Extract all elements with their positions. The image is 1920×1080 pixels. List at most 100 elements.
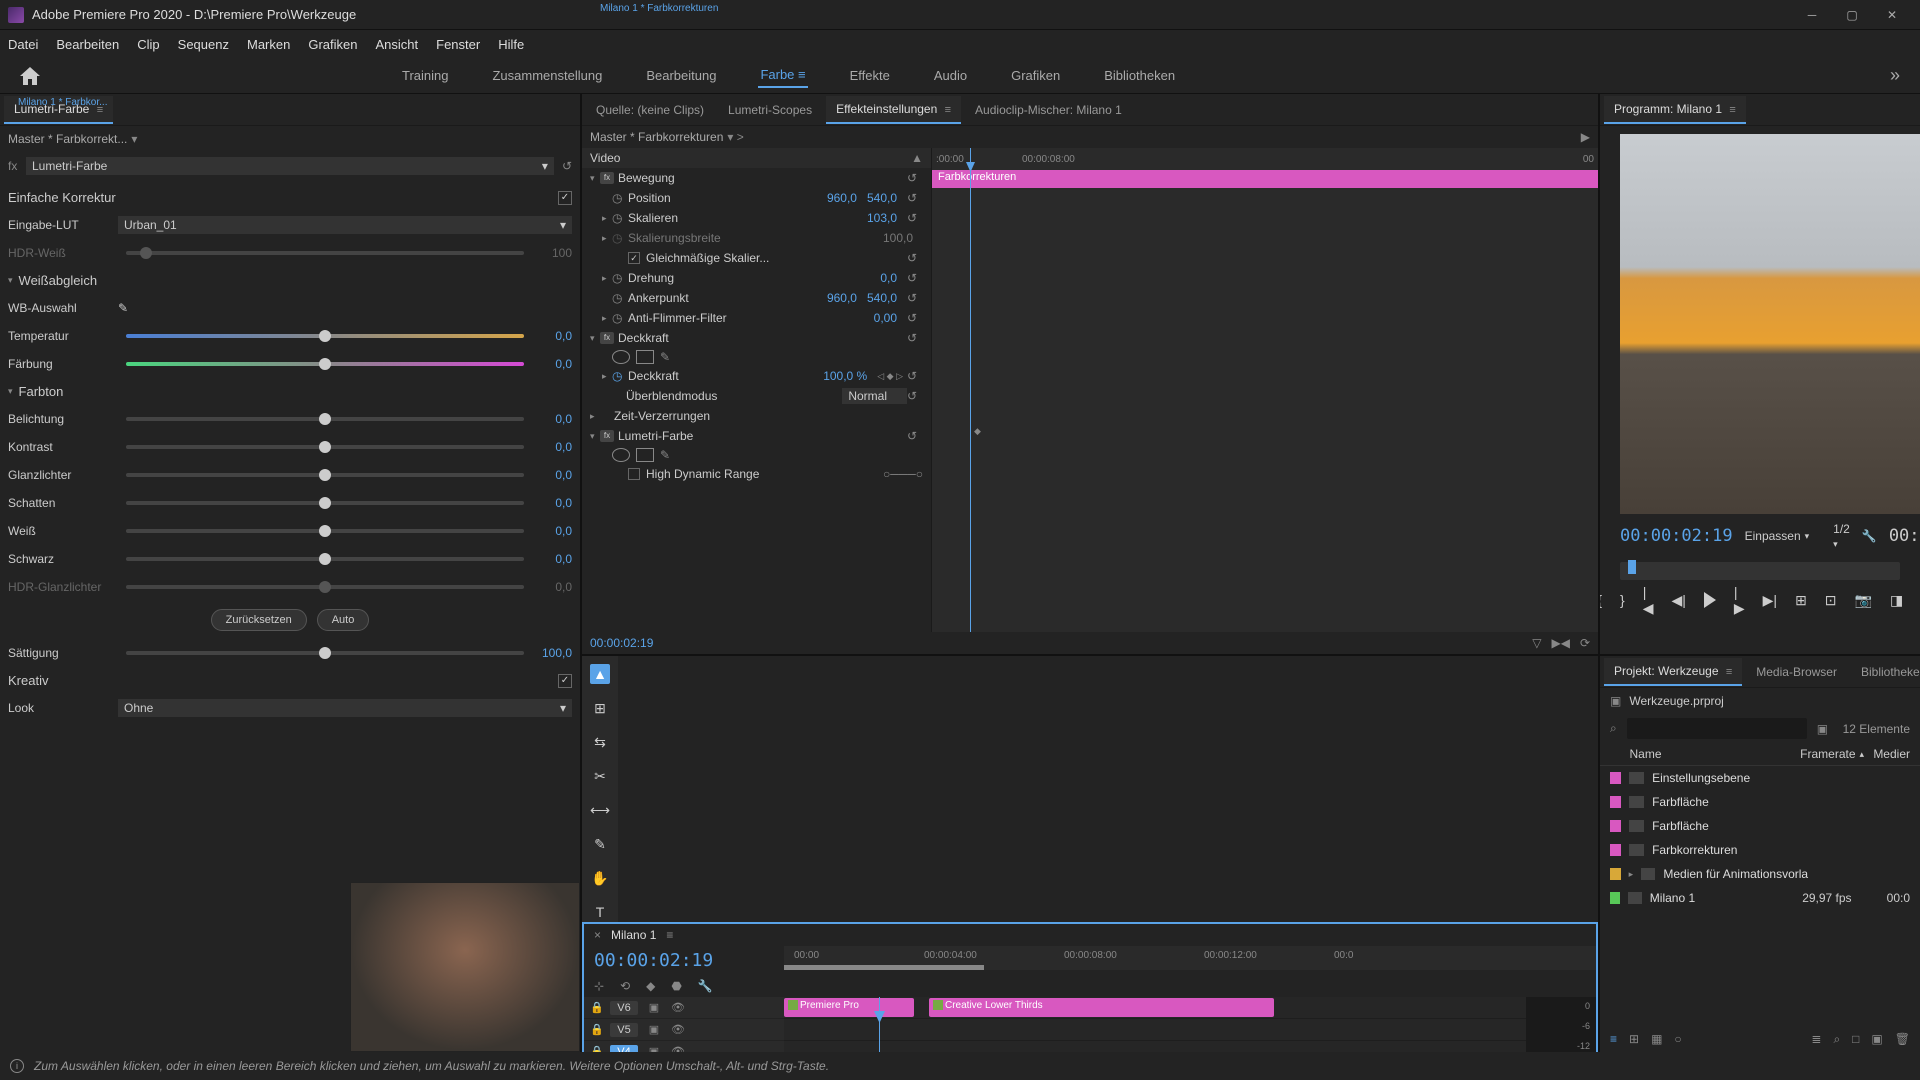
highlights-value[interactable]: 0,0 xyxy=(532,468,572,482)
wrench-icon[interactable]: 🔧 xyxy=(1862,529,1877,543)
section-checkbox[interactable] xyxy=(558,674,572,688)
menu-clip[interactable]: Clip xyxy=(137,37,159,52)
reset-icon[interactable]: ↺ xyxy=(907,291,923,305)
icon-view-icon[interactable]: ⊞ xyxy=(1629,1032,1639,1046)
tab-project[interactable]: Projekt: Werkzeuge ≡ xyxy=(1604,658,1742,686)
track-v4[interactable]: V4 xyxy=(610,1045,638,1053)
tab-lumetri-scopes[interactable]: Lumetri-Scopes xyxy=(718,97,822,123)
scale-value[interactable]: 103,0 xyxy=(867,211,897,225)
contrast-slider[interactable] xyxy=(126,445,524,449)
menu-file[interactable]: Datei xyxy=(8,37,38,52)
lock-icon[interactable]: 🔒 xyxy=(590,1001,602,1014)
workspace-effects[interactable]: Effekte xyxy=(848,64,892,87)
find-icon[interactable]: ⌕ xyxy=(1833,1032,1840,1047)
tab-media-browser[interactable]: Media-Browser xyxy=(1746,659,1847,685)
menu-sequence[interactable]: Sequenz xyxy=(178,37,229,52)
reset-icon[interactable]: ↺ xyxy=(907,251,923,265)
close-button[interactable]: ✕ xyxy=(1872,0,1912,30)
keyframe-diamond-icon[interactable]: ◆ xyxy=(974,426,981,437)
antiflicker-value[interactable]: 0,00 xyxy=(874,311,897,325)
look-select[interactable]: Ohne▾ xyxy=(118,699,572,717)
saturation-value[interactable]: 100,0 xyxy=(532,646,572,660)
anchor-x[interactable]: 960,0 xyxy=(827,291,857,305)
reset-icon[interactable]: ↺ xyxy=(907,211,923,225)
shadows-value[interactable]: 0,0 xyxy=(532,496,572,510)
track-visibility-icon[interactable]: 👁 xyxy=(670,1045,686,1052)
label-color-swatch[interactable] xyxy=(1610,868,1621,880)
effect-clip-bar[interactable]: Farbkorrekturen xyxy=(932,170,1598,188)
menu-help[interactable]: Hilfe xyxy=(498,37,524,52)
search-input[interactable] xyxy=(1627,718,1807,739)
step-forward-icon[interactable]: |▶ xyxy=(1734,590,1745,610)
workspace-training[interactable]: Training xyxy=(400,64,450,87)
program-scrubber[interactable] xyxy=(1620,562,1900,580)
temperature-value[interactable]: 0,0 xyxy=(532,329,572,343)
automate-icon[interactable]: ≣ xyxy=(1811,1032,1821,1046)
whites-slider[interactable] xyxy=(126,529,524,533)
maximize-button[interactable]: ▢ xyxy=(1832,0,1872,30)
position-y[interactable]: 540,0 xyxy=(867,191,897,205)
project-item[interactable]: Farbfläche xyxy=(1600,814,1920,838)
program-current-time[interactable]: 00:00:02:19 xyxy=(1620,526,1733,546)
tab-effect-controls[interactable]: Effekteinstellungen ≡ xyxy=(826,96,961,124)
play-button[interactable] xyxy=(1704,590,1716,610)
label-color-swatch[interactable] xyxy=(1610,892,1620,904)
tab-libraries[interactable]: Bibliotheken xyxy=(1851,659,1920,685)
blend-mode-select[interactable]: Normal xyxy=(842,388,907,404)
add-marker-icon[interactable]: { xyxy=(1600,590,1602,610)
blacks-value[interactable]: 0,0 xyxy=(532,552,572,566)
project-item[interactable]: ▸Medien für Animationsvorla xyxy=(1600,862,1920,886)
tab-program[interactable]: Programm: Milano 1 ≡ xyxy=(1604,96,1746,124)
insert-icon[interactable]: ⊞ xyxy=(1795,590,1807,610)
blacks-slider[interactable] xyxy=(126,557,524,561)
track-visibility-icon[interactable]: 👁 xyxy=(670,1023,686,1036)
clapboard-icon[interactable]: ▣ xyxy=(1817,722,1828,736)
export-frame-icon[interactable]: 📷 xyxy=(1855,590,1872,610)
snap-icon[interactable]: ▶◀ xyxy=(1551,636,1569,650)
menu-graphics[interactable]: Grafiken xyxy=(308,37,357,52)
project-item[interactable]: Einstellungsebene xyxy=(1600,766,1920,790)
overwrite-icon[interactable]: ⊡ xyxy=(1825,590,1837,610)
reset-icon[interactable]: ↺ xyxy=(907,311,923,325)
effect-playhead[interactable] xyxy=(970,148,971,632)
rotation-value[interactable]: 0,0 xyxy=(880,271,897,285)
clip-creative-lower-thirds[interactable]: Creative Lower Thirds xyxy=(929,998,1274,1017)
zoom-fit-select[interactable]: Einpassen ▾ xyxy=(1745,529,1810,543)
effect-clip-label[interactable]: Milano 1 * Farbkorrekturen xyxy=(596,94,722,654)
auto-button[interactable]: Auto xyxy=(317,609,370,631)
workspace-assembly[interactable]: Zusammenstellung xyxy=(490,64,604,87)
workspace-audio[interactable]: Audio xyxy=(932,64,969,87)
go-to-in-icon[interactable]: |◀ xyxy=(1643,590,1654,610)
clip-premiere-pro[interactable]: Premiere Pro xyxy=(784,998,914,1017)
workspace-color[interactable]: Farbe ≡ xyxy=(758,63,807,88)
contrast-value[interactable]: 0,0 xyxy=(532,440,572,454)
lumetri-clip[interactable]: Milano 1 * Farbkor... xyxy=(14,95,111,1051)
effect-timeline[interactable]: :00:00 00:00:08:00 00 Farbkorrekturen ◆ xyxy=(932,148,1598,632)
col-framerate-header[interactable]: Framerate▴ xyxy=(1800,747,1873,761)
reset-button[interactable]: Zurücksetzen xyxy=(211,609,307,631)
marker-icon[interactable]: } xyxy=(1620,590,1625,610)
reset-icon[interactable]: ↺ xyxy=(907,271,923,285)
label-color-swatch[interactable] xyxy=(1610,820,1621,832)
go-to-out-icon[interactable]: ▶| xyxy=(1763,590,1777,610)
col-media-header[interactable]: Medier xyxy=(1873,747,1910,761)
timeline-ruler[interactable]: 00:00 00:00:04:00 00:00:08:00 00:00:12:0… xyxy=(784,946,1596,970)
project-item[interactable]: Milano 129,97 fps00:0 xyxy=(1600,886,1920,910)
reset-icon[interactable]: ↺ xyxy=(907,191,923,205)
exposure-value[interactable]: 0,0 xyxy=(532,412,572,426)
anchor-y[interactable]: 540,0 xyxy=(867,291,897,305)
section-checkbox[interactable] xyxy=(558,191,572,205)
menu-markers[interactable]: Marken xyxy=(247,37,290,52)
tint-slider[interactable] xyxy=(126,362,524,366)
timeline-playhead[interactable] xyxy=(879,997,880,1052)
menu-view[interactable]: Ansicht xyxy=(375,37,418,52)
reset-icon[interactable]: ↺ xyxy=(562,159,572,173)
input-lut-select[interactable]: Urban_01▾ xyxy=(118,216,572,234)
lock-icon[interactable]: 🔒 xyxy=(590,1023,602,1036)
project-item[interactable]: Farbfläche xyxy=(1600,790,1920,814)
track-output-icon[interactable]: ▣ xyxy=(646,1045,662,1052)
track-visibility-icon[interactable]: 👁 xyxy=(670,1001,686,1014)
temperature-slider[interactable] xyxy=(126,334,524,338)
new-item-icon[interactable]: ▣ xyxy=(1871,1032,1882,1046)
loop-icon[interactable]: ⟳ xyxy=(1580,636,1590,650)
